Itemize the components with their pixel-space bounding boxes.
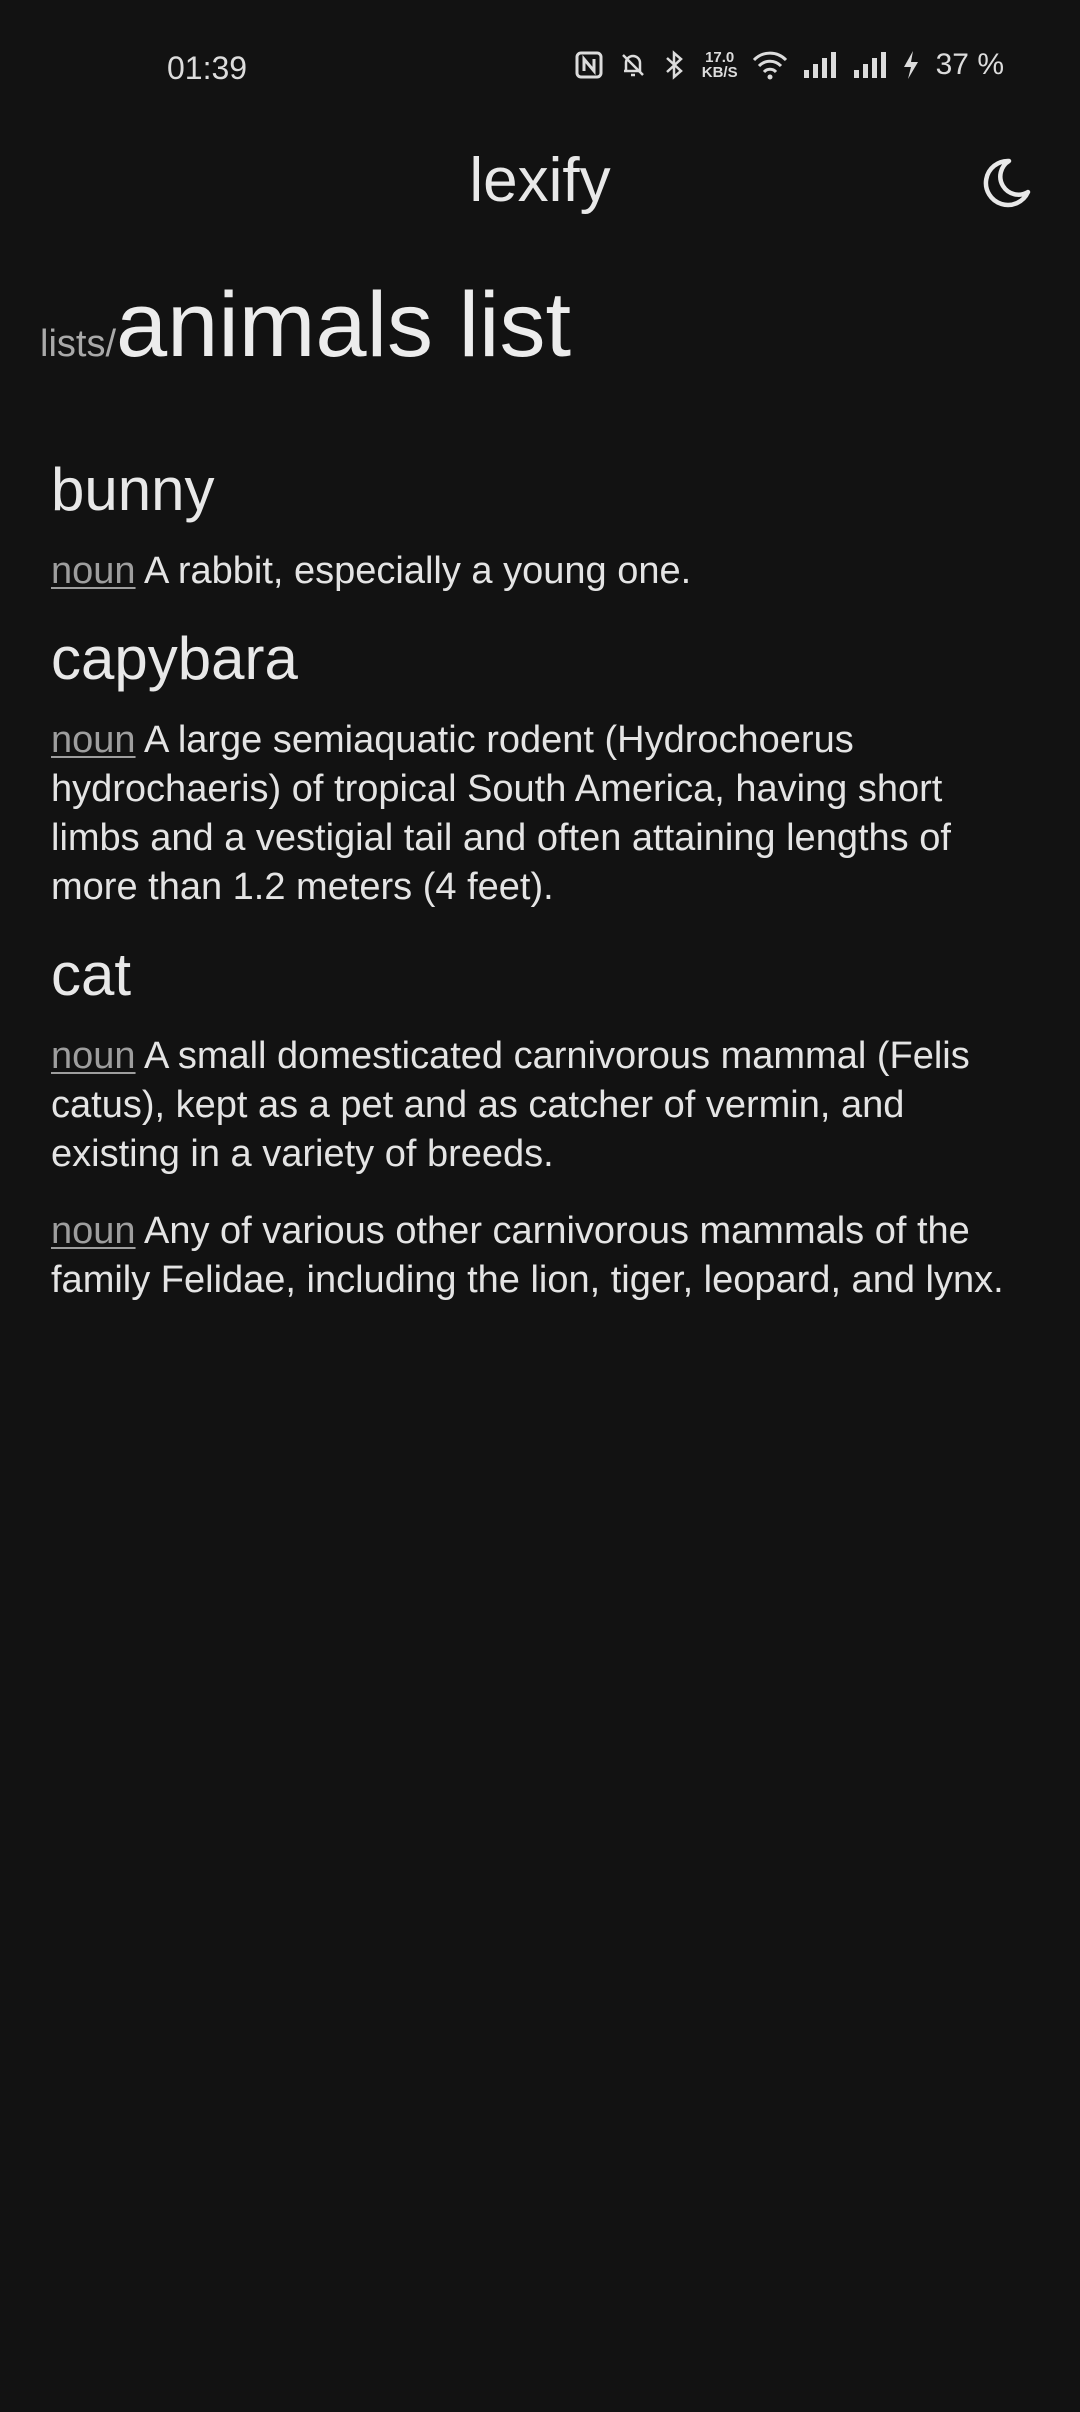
network-speed-value: 17.0 — [705, 49, 735, 66]
signal-icon — [853, 52, 886, 78]
part-of-speech-link[interactable]: noun — [51, 719, 136, 761]
network-speed: 17.0 KB/S — [702, 50, 738, 80]
definition-text: A rabbit, especially a young one. — [144, 550, 692, 592]
word-entry: cat noun A small domesticated carnivorou… — [51, 940, 1031, 1305]
app-header: lexify — [0, 136, 1080, 226]
network-speed-unit: KB/S — [701, 64, 738, 81]
part-of-speech-link[interactable]: noun — [51, 550, 136, 592]
definition: noun A small domesticated carnivorous ma… — [51, 1032, 1031, 1179]
definition-text: Any of various other carnivorous mammals… — [51, 1210, 1004, 1301]
page-header: lists/ animals list — [40, 270, 571, 380]
signal-icon — [803, 52, 836, 78]
charging-icon — [903, 51, 918, 79]
bell-muted-icon — [621, 54, 644, 77]
entry-word[interactable]: bunny — [51, 455, 1031, 525]
word-entry: bunny noun A rabbit, especially a young … — [51, 455, 1031, 596]
moon-icon — [983, 158, 1031, 208]
status-icons: 17.0 KB/S 37 % — [574, 48, 1004, 82]
page-title: animals list — [116, 274, 572, 376]
entry-word[interactable]: cat — [51, 940, 1031, 1010]
definition-text: A large semiaquatic rodent (Hydrochoerus… — [51, 719, 951, 908]
word-list: bunny noun A rabbit, especially a young … — [51, 455, 1031, 1333]
definition: noun A large semiaquatic rodent (Hydroch… — [51, 716, 1031, 912]
app-title: lexify — [469, 146, 611, 215]
theme-toggle-button[interactable] — [977, 154, 1035, 212]
definition: noun Any of various other carnivorous ma… — [51, 1207, 1031, 1305]
status-bar: 01:39 17.0 KB/S 37 % — [0, 0, 1080, 136]
part-of-speech-link[interactable]: noun — [51, 1210, 136, 1252]
status-time: 01:39 — [167, 50, 248, 86]
bluetooth-icon — [665, 50, 683, 80]
word-entry: capybara noun A large semiaquatic rodent… — [51, 624, 1031, 912]
breadcrumb-lists-link[interactable]: lists/ — [40, 323, 116, 366]
wifi-icon — [752, 51, 787, 80]
battery-percentage: 37 % — [935, 48, 1004, 81]
entry-word[interactable]: capybara — [51, 624, 1031, 694]
definition: noun A rabbit, especially a young one. — [51, 547, 1031, 596]
nfc-icon — [575, 51, 603, 79]
definition-text: A small domesticated carnivorous mammal … — [51, 1035, 970, 1175]
part-of-speech-link[interactable]: noun — [51, 1035, 136, 1077]
